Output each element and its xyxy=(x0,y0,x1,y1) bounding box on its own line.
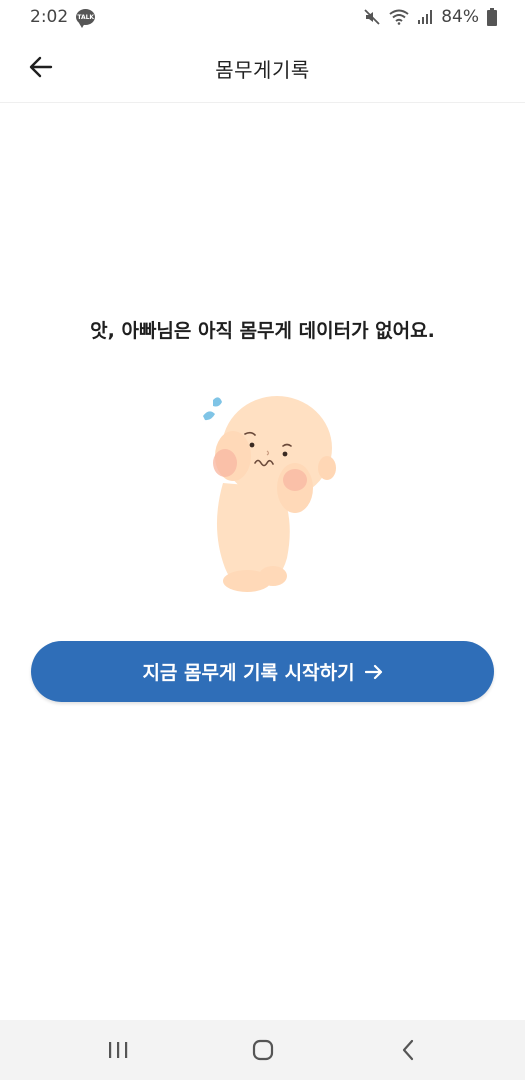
empty-state-message: 앗, 아빠님은 아직 몸무게 데이터가 없어요. xyxy=(90,320,435,342)
nav-recents-button[interactable] xyxy=(88,1025,148,1075)
start-button-label: 지금 몸무게 기록 시작하기 xyxy=(142,662,355,684)
battery-icon xyxy=(487,8,497,26)
status-bar: 2:02 TALK 84% xyxy=(0,0,525,34)
talk-badge-text: TALK xyxy=(77,13,95,21)
start-weight-record-button[interactable]: 지금 몸무게 기록 시작하기 xyxy=(31,641,494,702)
nav-home-button[interactable] xyxy=(233,1025,293,1075)
home-icon xyxy=(252,1039,273,1061)
app-header: 몸무게기록 xyxy=(0,34,525,103)
nav-back-button[interactable] xyxy=(378,1025,438,1075)
arrow-left-icon xyxy=(29,56,53,78)
status-left: 2:02 TALK xyxy=(30,7,96,28)
screen: 2:02 TALK 84% 몸무게기록 앗, 아빠님은 아직 몸무게 데이터가 … xyxy=(0,0,525,1080)
back-chevron-icon xyxy=(402,1039,413,1061)
back-button[interactable] xyxy=(22,48,60,86)
wifi-icon xyxy=(389,9,409,25)
status-right: 84% xyxy=(363,7,497,27)
status-time: 2:02 xyxy=(30,7,69,27)
system-nav-bar xyxy=(0,1020,525,1080)
page-title: 몸무게기록 xyxy=(215,57,310,82)
mute-icon xyxy=(364,9,380,25)
signal-icon xyxy=(418,10,433,24)
worried-baby-illustration xyxy=(203,396,336,592)
arrow-right-icon xyxy=(364,664,382,679)
kakaotalk-notification-icon: TALK xyxy=(76,9,96,28)
battery-percent: 84% xyxy=(441,7,479,27)
recent-apps-icon xyxy=(108,1042,127,1058)
